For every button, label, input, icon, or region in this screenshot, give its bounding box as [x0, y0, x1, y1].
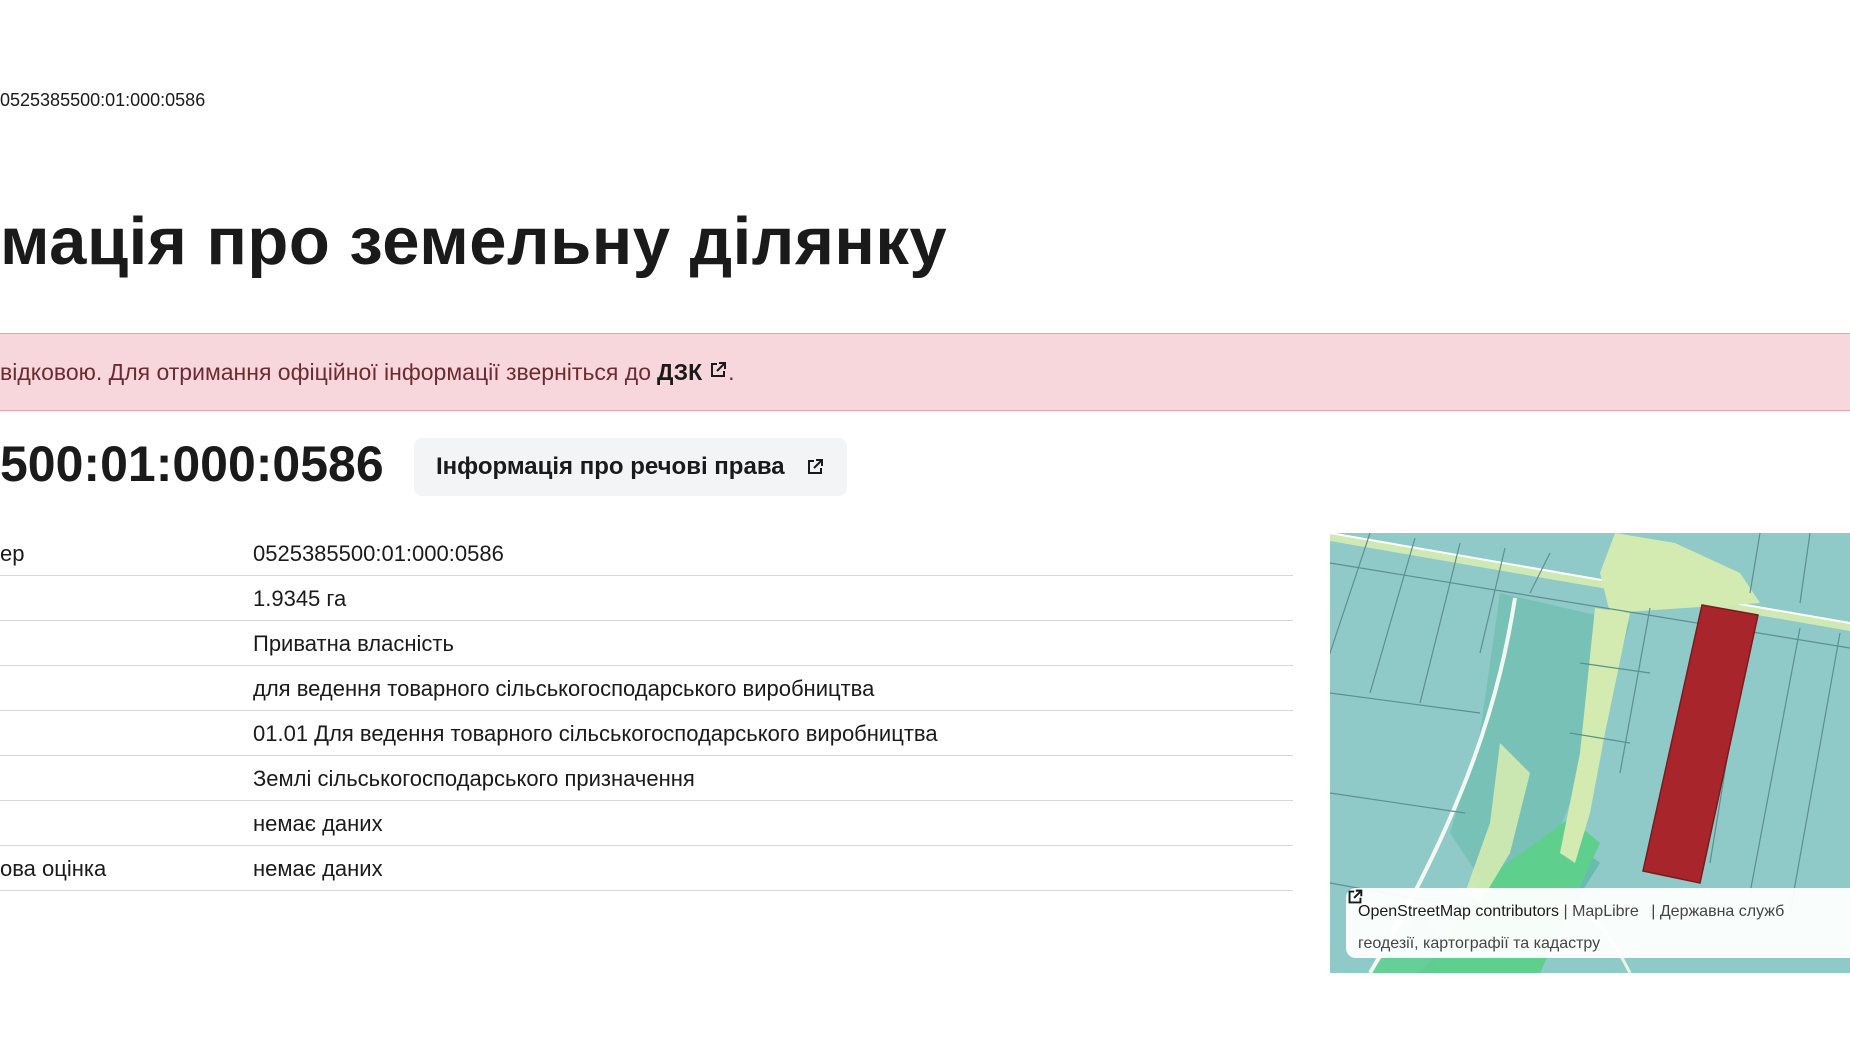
table-row: Землі сільськогосподарського призначення	[0, 756, 1293, 801]
table-row: Приватна власність	[0, 621, 1293, 666]
row-value: Приватна власність	[253, 631, 454, 656]
alert-period: .	[728, 358, 735, 385]
table-row: для ведення товарного сільськогосподарсь…	[0, 666, 1293, 711]
attribution-line-1: OpenStreetMap contributors | MapLibre | …	[1348, 889, 1850, 928]
disclaimer-alert: відковою. Для отримання офіційної інформ…	[0, 333, 1850, 411]
parcel-number: 500:01:000:0586	[0, 436, 384, 492]
geocadastre-link[interactable]: Державна служб	[1660, 903, 1784, 920]
parcel-map[interactable]: OpenStreetMap contributors | MapLibre | …	[1330, 533, 1850, 973]
attribution-separator: |	[1651, 903, 1656, 920]
property-rights-label: Інформація про речові права	[436, 453, 785, 480]
row-value: Землі сільськогосподарського призначення	[253, 766, 695, 791]
attribution-line-2: геодезії, картографії та кадастру	[1348, 889, 1850, 960]
row-label: ер	[0, 541, 25, 566]
geocadastre-link-cont[interactable]: геодезії, картографії та кадастру	[1358, 935, 1600, 952]
row-value: 0525385500:01:000:0586	[253, 541, 504, 566]
table-row: ова оцінка немає даних	[0, 846, 1293, 891]
external-link-icon	[805, 457, 825, 477]
dzk-link[interactable]: ДЗК	[657, 359, 702, 386]
row-value: для ведення товарного сільськогосподарсь…	[253, 676, 875, 701]
page-title: мація про земельну ділянку	[0, 204, 948, 279]
row-value: 01.01 Для ведення товарного сільськогосп…	[253, 721, 938, 746]
row-value: немає даних	[253, 856, 383, 881]
parcel-info-table: ер 0525385500:01:000:0586 1.9345 га Прива…	[0, 531, 1293, 891]
osm-link[interactable]: OpenStreetMap contributors	[1358, 903, 1559, 920]
external-link-icon	[708, 359, 728, 386]
table-row: 1.9345 га	[0, 576, 1293, 621]
row-label: ова оцінка	[0, 856, 107, 881]
maplibre-link[interactable]: MapLibre	[1572, 903, 1639, 920]
breadcrumb[interactable]: 0525385500:01:000:0586	[0, 90, 205, 111]
alert-text: відковою. Для отримання офіційної інформ…	[0, 358, 651, 385]
table-row: 01.01 Для ведення товарного сільськогосп…	[0, 711, 1293, 756]
attribution-separator: |	[1563, 903, 1568, 920]
row-value: 1.9345 га	[253, 586, 347, 611]
table-row: немає даних	[0, 801, 1293, 846]
row-value: немає даних	[253, 811, 383, 836]
table-row: ер 0525385500:01:000:0586	[0, 531, 1293, 576]
property-rights-button[interactable]: Інформація про речові права	[414, 438, 847, 496]
map-attribution: OpenStreetMap contributors | MapLibre | …	[1346, 888, 1850, 958]
